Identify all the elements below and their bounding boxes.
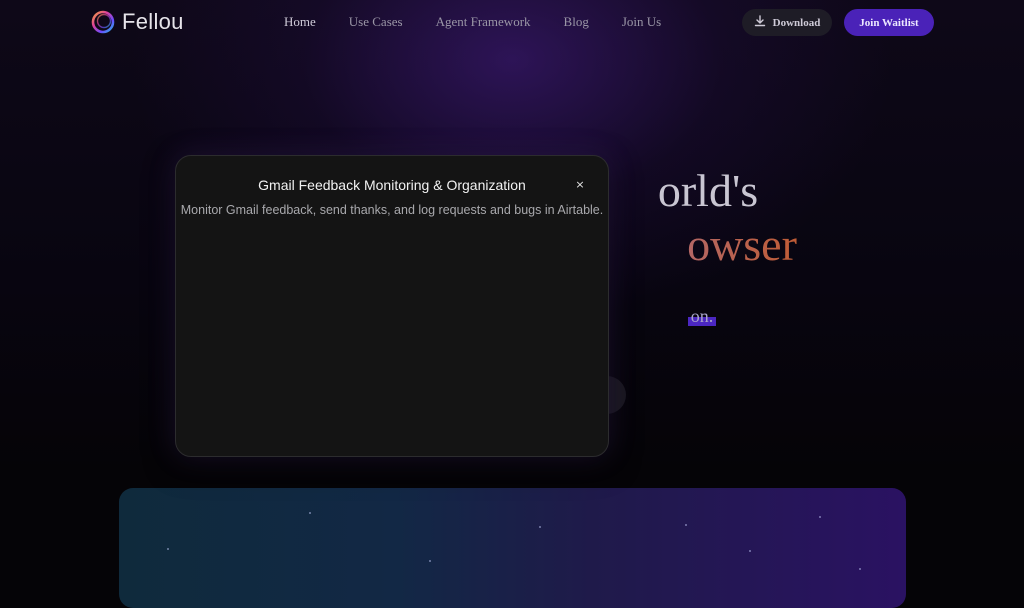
ring-logo-icon: [91, 10, 115, 34]
download-icon: [754, 15, 766, 30]
nav-link-agent-framework[interactable]: Agent Framework: [436, 14, 531, 30]
brand-name: Fellou: [122, 9, 184, 34]
nav-link-join-us[interactable]: Join Us: [622, 14, 661, 30]
close-button[interactable]: ×: [571, 176, 589, 194]
nav-link-blog[interactable]: Blog: [564, 14, 589, 30]
download-label: Download: [772, 16, 821, 29]
top-navbar: Fellou Home Use Cases Agent Framework Bl…: [0, 0, 1024, 44]
brand-logo[interactable]: Fellou: [91, 9, 184, 35]
use-case-modal: Gmail Feedback Monitoring & Organization…: [175, 155, 609, 457]
modal-description: Monitor Gmail feedback, send thanks, and…: [180, 203, 604, 217]
product-preview-panel: [119, 488, 906, 608]
join-waitlist-button[interactable]: Join Waitlist: [844, 9, 934, 36]
modal-title: Gmail Feedback Monitoring & Organization: [258, 177, 526, 193]
download-button[interactable]: Download: [742, 9, 832, 36]
nav-link-home[interactable]: Home: [284, 14, 316, 30]
nav-links: Home Use Cases Agent Framework Blog Join…: [284, 14, 694, 30]
nav-link-use-cases[interactable]: Use Cases: [349, 14, 403, 30]
